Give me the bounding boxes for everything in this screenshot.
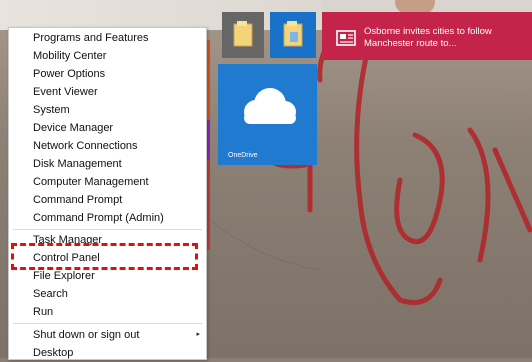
- news-headline: Osborne invites cities to follow Manches…: [364, 26, 524, 50]
- folder-tile[interactable]: [222, 12, 264, 58]
- menu-item-search[interactable]: Search: [33, 285, 68, 303]
- menu-item-device-manager[interactable]: Device Manager: [33, 119, 113, 137]
- news-headline-line: Osborne invites cities to follow: [364, 26, 492, 37]
- menu-item-power-options[interactable]: Power Options: [33, 65, 105, 83]
- menu-item-event-viewer[interactable]: Event Viewer: [33, 83, 98, 101]
- highlight-box: [11, 243, 198, 270]
- menu-item-disk-management[interactable]: Disk Management: [33, 155, 122, 173]
- onedrive-label: OneDrive: [228, 152, 258, 159]
- news-icon: [336, 30, 356, 46]
- menu-item-run[interactable]: Run: [33, 303, 53, 321]
- menu-item-system[interactable]: System: [33, 101, 70, 119]
- news-headline-line: Manchester route to...: [364, 38, 457, 49]
- menu-item-shut-down-or-sign-out[interactable]: Shut down or sign out: [33, 326, 139, 344]
- news-tile[interactable]: Osborne invites cities to follow Manches…: [322, 12, 532, 60]
- menu-item-computer-management[interactable]: Computer Management: [33, 173, 149, 191]
- onedrive-tile[interactable]: OneDrive: [218, 64, 317, 165]
- menu-item-desktop[interactable]: Desktop: [33, 344, 73, 362]
- folder-icon: [233, 21, 253, 47]
- menu-item-mobility-center[interactable]: Mobility Center: [33, 47, 106, 65]
- cloud-icon: [244, 88, 296, 124]
- menu-item-programs-and-features[interactable]: Programs and Features: [33, 29, 149, 47]
- menu-item-network-connections[interactable]: Network Connections: [33, 137, 138, 155]
- menu-separator: [13, 229, 202, 230]
- chevron-right-icon: ▸: [196, 330, 200, 338]
- folder-icon: [283, 21, 303, 47]
- menu-item-command-prompt[interactable]: Command Prompt: [33, 191, 122, 209]
- menu-item-command-prompt-admin[interactable]: Command Prompt (Admin): [33, 209, 164, 227]
- folder-tile[interactable]: [270, 12, 316, 58]
- menu-separator: [13, 323, 202, 324]
- power-user-menu: Programs and Features Mobility Center Po…: [8, 27, 207, 360]
